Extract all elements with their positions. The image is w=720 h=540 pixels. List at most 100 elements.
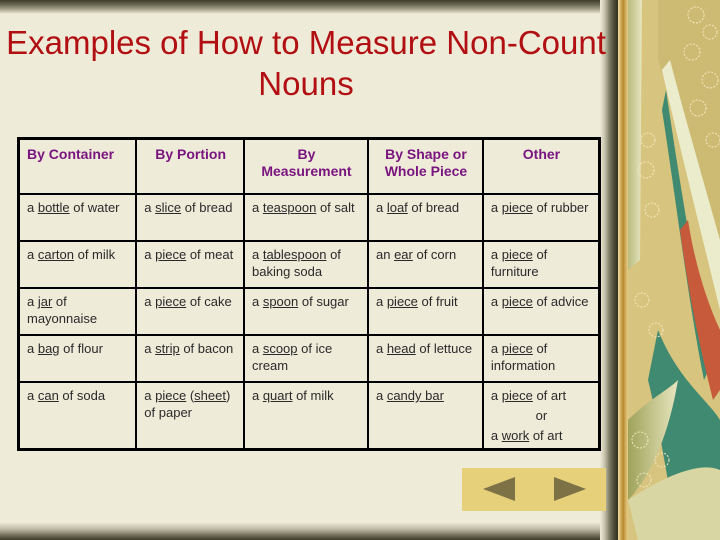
article-text: a [490,341,502,356]
article-text: a [144,294,156,309]
article-text: a [490,247,502,262]
column-header-by-portion: By Portion [135,137,245,195]
article-text: a [27,388,38,403]
noun-text: of milk [292,388,334,403]
article-text: a [490,428,502,443]
column-header-by-shape: By Shape or Whole Piece [366,137,484,195]
measure-word: slice [155,200,182,215]
noun-text: of lettuce [415,341,473,356]
noun-text: of meat [186,247,234,262]
measure-word: piece [155,247,187,262]
measure-word: piece [155,388,187,403]
table-cell: a piece of advice [481,287,601,336]
noun-text: of salt [316,200,355,215]
noun-text: of art [532,388,567,403]
measure-word: bag [37,341,60,356]
noun-text: of art [529,428,563,443]
measure-word: candy bar [386,388,444,403]
article-text: a [251,247,263,262]
table-row: a carton of milk a piece of meat a tablesp… [17,240,601,289]
table-cell: a piece of fruit [366,287,484,336]
measure-word: bottle [37,200,70,215]
table-cell: a quart of milk [242,381,369,451]
table-cell: an ear of corn [366,240,484,289]
measure-word: work [501,428,530,443]
table-cell: a piece (sheet) of paper [135,381,245,451]
article-text: a [27,341,38,356]
table-header-row: By Container By Portion By Measurement B… [17,137,601,195]
table-cell: a scoop of ice cream [242,334,369,383]
bottom-frame-shade [0,522,612,540]
noun-text: of soda [58,388,106,403]
slide-navigation-bar [462,468,606,511]
article-text: a [375,341,387,356]
table-cell: a slice of bread [135,193,245,242]
noun-text: of flour [59,341,103,356]
measure-word: piece [501,247,533,262]
measure-word: piece [501,294,533,309]
measure-word: quart [262,388,293,403]
next-slide-button[interactable] [554,477,586,501]
column-header-other: Other [481,137,601,195]
table-cell: a carton of milk [17,240,138,289]
measure-word: piece [501,341,533,356]
table-cell: a spoon of sugar [242,287,369,336]
measure-word: spoon [262,294,299,309]
article-text: a [251,388,263,403]
measure-word: head [386,341,416,356]
noun-text: of bread [181,200,233,215]
article-text: a [251,341,263,356]
article-text: a [144,200,156,215]
table-cell: a bottle of water [17,193,138,242]
measure-word: scoop [262,341,298,356]
table-cell: a piece of cake [135,287,245,336]
article-text: a [490,388,502,403]
measure-word: piece [386,294,418,309]
measure-word: ear [394,247,413,262]
table-row: a bag of flour a strip of bacon a scoop of… [17,334,601,383]
measure-word: sheet [194,388,226,403]
noun-text: of sugar [298,294,349,309]
previous-slide-button[interactable] [483,477,515,501]
noun-text: of cake [186,294,232,309]
measure-word: carton [37,247,74,262]
article-text: a [490,294,502,309]
noun-text: of water [69,200,120,215]
article-text: a [251,200,263,215]
noun-text: of advice [532,294,589,309]
column-header-by-container: By Container [17,137,138,195]
measure-word: tablespoon [262,247,327,262]
noun-text: of corn [412,247,457,262]
noun-text: of fruit [417,294,458,309]
connector-text: ( [186,388,195,403]
table-cell: a piece of information [481,334,601,383]
measure-word: strip [155,341,180,356]
article-text: a [251,294,263,309]
table-cell: a head of lettuce [366,334,484,383]
slide-title: Examples of How to Measure Non-Count Nou… [6,24,606,102]
decorative-pattern-icon [618,0,720,540]
decorative-kimono-panel [618,0,720,540]
non-count-nouns-table: By Container By Portion By Measurement B… [17,137,601,451]
noun-text: of bacon [179,341,234,356]
article-text: a [27,294,38,309]
table-cell: a strip of bacon [135,334,245,383]
article-text: a [144,341,156,356]
measure-word: teaspoon [262,200,317,215]
table-cell: a loaf of bread [366,193,484,242]
table-cell: a jar of mayonnaise [17,287,138,336]
or-text: or [535,408,548,423]
article-text: a [375,388,387,403]
noun-text: of bread [407,200,460,215]
article-text: a [375,200,387,215]
table-cell: a can of soda [17,381,138,451]
measure-word: piece [155,294,187,309]
article-text: a [144,388,156,403]
article-text: a [27,200,38,215]
noun-text: of rubber [532,200,589,215]
table-row: a bottle of water a slice of bread a teasp… [17,193,601,242]
measure-word: piece [501,200,533,215]
table-cell: a piece of art or a work of art [481,381,601,451]
article-text: a [144,247,156,262]
table-cell: a candy bar [366,381,484,451]
